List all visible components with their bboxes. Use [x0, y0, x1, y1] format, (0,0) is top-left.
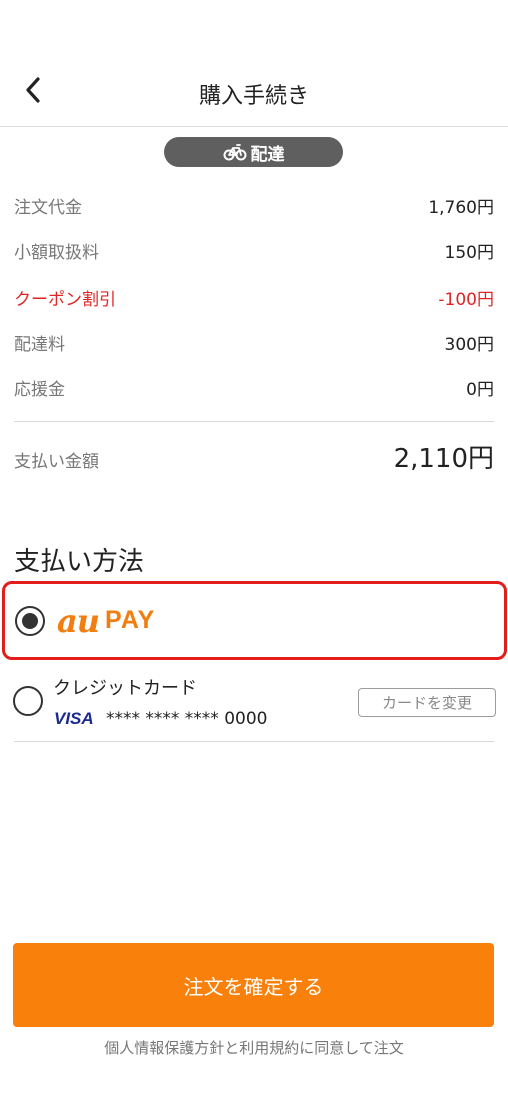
radio-button-selected[interactable] [15, 606, 45, 636]
summary-row-delivery-fee: 配達料 300円 [14, 330, 494, 355]
summary-row-support-fee: 応援金 0円 [14, 375, 494, 400]
bicycle-icon [223, 144, 246, 161]
summary-label: 応援金 [14, 380, 65, 400]
payment-divider [14, 741, 494, 742]
summary-row-order-amount: 注文代金 1,760円 [14, 193, 494, 218]
summary-row-coupon-discount: クーポン割引 -100円 [14, 285, 494, 310]
page-title: 購入手続き [198, 84, 309, 109]
radio-button-unselected[interactable] [13, 686, 43, 716]
delivery-badge: 配達 [164, 137, 343, 167]
radio-dot [22, 613, 38, 629]
consent-note: 個人情報保護方針と利用規約に同意して注文 [104, 1039, 404, 1057]
summary-value: 300円 [444, 335, 494, 355]
total-label: 支払い金額 [14, 452, 99, 472]
summary-value: 0円 [466, 380, 494, 400]
delivery-badge-label: 配達 [250, 144, 285, 165]
summary-row-total: 支払い金額 2,110円 [14, 438, 494, 475]
summary-label: 小額取扱料 [14, 243, 99, 263]
au-logo-text: au [57, 601, 100, 640]
visa-logo: VISA [54, 709, 94, 728]
au-pay-logo: au PAY [57, 601, 156, 640]
pay-logo-text: PAY [105, 606, 156, 634]
change-card-button[interactable]: カードを変更 [358, 688, 496, 717]
summary-value: 1,760円 [428, 198, 494, 218]
summary-label: 注文代金 [14, 198, 82, 218]
payment-option-credit-card[interactable]: クレジットカード VISA **** **** **** 0000 カードを変更 [0, 664, 508, 742]
summary-divider [14, 421, 494, 422]
confirm-order-button[interactable]: 注文を確定する [13, 943, 494, 1027]
card-number: **** **** **** 0000 [106, 709, 268, 729]
total-value: 2,110円 [393, 444, 494, 474]
summary-value: 150円 [444, 243, 494, 263]
summary-value: -100円 [438, 290, 494, 310]
payment-method-title: 支払い方法 [14, 547, 145, 577]
credit-card-label: クレジットカード [53, 678, 197, 699]
summary-row-small-order-fee: 小額取扱料 150円 [14, 238, 494, 263]
summary-label: 配達料 [14, 335, 65, 355]
summary-label: クーポン割引 [14, 290, 116, 310]
payment-option-au-pay[interactable]: au PAY [2, 581, 507, 660]
app-header: 購入手続き [0, 58, 508, 127]
